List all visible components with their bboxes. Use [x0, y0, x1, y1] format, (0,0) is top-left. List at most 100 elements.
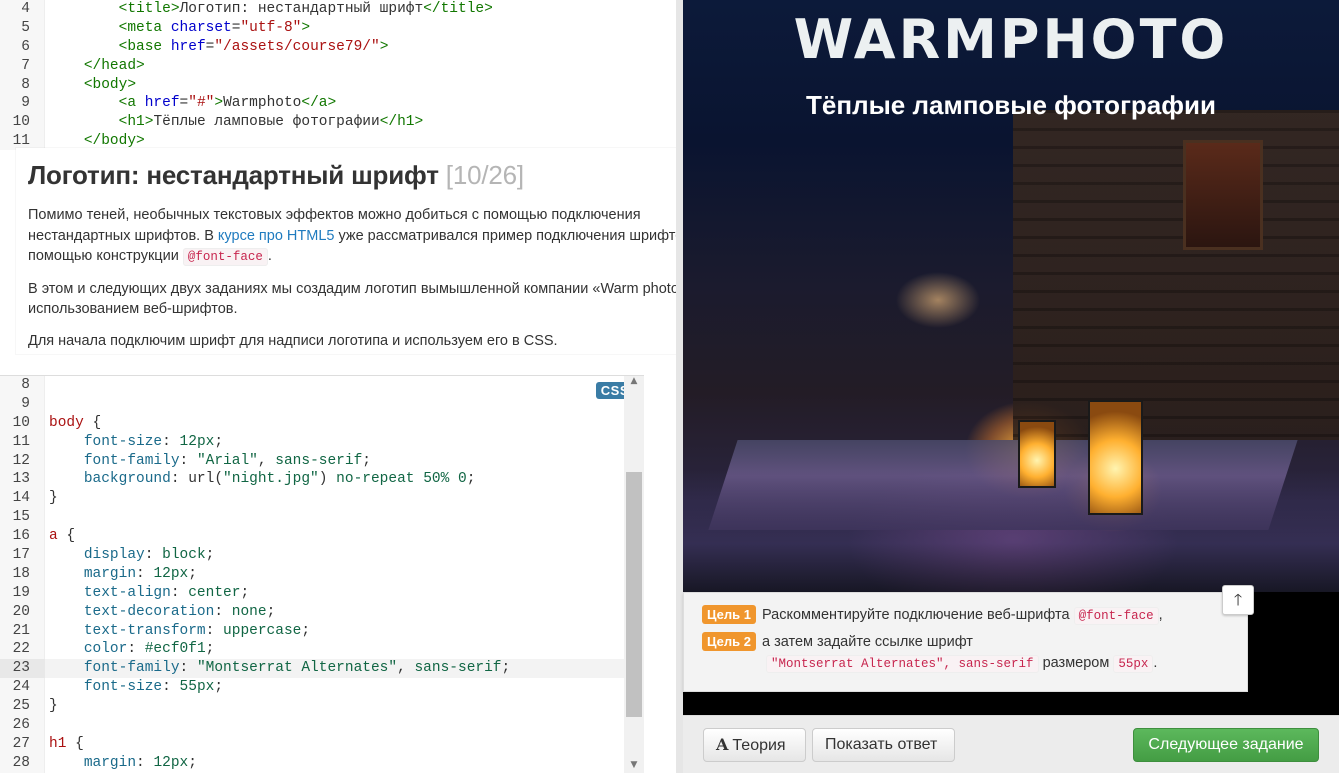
- css-editor-scroll-thumb[interactable]: [626, 472, 642, 717]
- code-text[interactable]: margin: 12px;: [49, 565, 197, 584]
- code-line[interactable]: 21 text-transform: uppercase;: [0, 622, 644, 641]
- css-editor[interactable]: 8 9 10 body {11 font-size: 12px; 12 font-fam…: [0, 375, 644, 773]
- scroll-up-arrow-icon[interactable]: ▲: [624, 376, 644, 390]
- code-line[interactable]: 27 h1 {: [0, 735, 644, 754]
- code-line[interactable]: 5 <meta charset="utf-8">: [0, 19, 644, 38]
- html5-course-link[interactable]: курсе про HTML5: [218, 228, 335, 244]
- code-text[interactable]: display: block;: [49, 546, 215, 565]
- code-text[interactable]: margin: 12px;: [49, 754, 197, 773]
- html-editor-lines[interactable]: 4 <title>Логотип: нестандартный шрифт</t…: [0, 0, 644, 150]
- code-text[interactable]: text-decoration: none;: [49, 603, 275, 622]
- line-number: 12: [12, 452, 30, 469]
- app-root: 4 <title>Логотип: нестандартный шрифт</t…: [0, 0, 1339, 773]
- preview-logo[interactable]: Warmphoto: [683, 8, 1339, 71]
- code-text[interactable]: h1 {: [49, 735, 84, 754]
- code-text[interactable]: }: [49, 697, 58, 716]
- code-line[interactable]: 9: [0, 395, 644, 414]
- code-text[interactable]: body {: [49, 414, 101, 433]
- code-text[interactable]: <a href="#">Warmphoto</a>: [49, 94, 337, 113]
- line-number: 16: [12, 528, 30, 545]
- code-text[interactable]: <h1>Тёплые ламповые фотографии</h1>: [49, 113, 424, 132]
- line-number: 5: [21, 19, 30, 36]
- css-editor-lines[interactable]: 8 9 10 body {11 font-size: 12px; 12 font-fam…: [0, 376, 644, 773]
- code-line[interactable]: 8: [0, 376, 644, 395]
- lesson-paragraph-2: В этом и следующих двух заданиях мы созд…: [28, 280, 699, 318]
- lesson-paragraph-3: Для начала подключим шрифт для надписи л…: [28, 332, 558, 349]
- code-line[interactable]: 12 font-family: "Arial", sans-serif;: [0, 452, 644, 471]
- code-line[interactable]: 24 font-size: 55px;: [0, 678, 644, 697]
- code-line[interactable]: 16 a {: [0, 527, 644, 546]
- code-text[interactable]: font-family: "Arial", sans-serif;: [49, 452, 371, 471]
- goal-1-code: @font-face: [1073, 607, 1159, 625]
- code-line[interactable]: 20 text-decoration: none;: [0, 603, 644, 622]
- code-line[interactable]: 13 background: url("night.jpg") no-repea…: [0, 470, 644, 489]
- code-text[interactable]: <title>Логотип: нестандартный шрифт</tit…: [49, 0, 493, 19]
- goal-2: Цель 2а затем задайте ссылке шрифт "Mont…: [702, 632, 1229, 675]
- goal-1: Цель 1 Раскомментируйте подключение веб-ш…: [702, 605, 1229, 627]
- bottom-toolbar: A Теория Показать ответ Следующее задание: [683, 715, 1339, 773]
- code-line[interactable]: 23 font-family: "Montserrat Alternates",…: [0, 659, 644, 679]
- book-icon: A: [716, 735, 729, 754]
- code-text[interactable]: font-family: "Montserrat Alternates", sa…: [49, 659, 510, 678]
- code-text[interactable]: <meta charset="utf-8">: [49, 19, 310, 38]
- html-editor[interactable]: 4 <title>Логотип: нестандартный шрифт</t…: [0, 0, 644, 150]
- next-task-button[interactable]: Следующее задание: [1133, 728, 1319, 762]
- line-number: 23: [0, 659, 45, 679]
- code-text[interactable]: font-size: 55px;: [49, 678, 223, 697]
- line-number: 19: [12, 584, 30, 601]
- code-line[interactable]: 8 <body>: [0, 76, 644, 95]
- code-text[interactable]: color: #ecf0f1;: [49, 640, 215, 659]
- theory-button[interactable]: A Теория: [703, 728, 806, 762]
- line-number: 11: [12, 433, 30, 450]
- code-line[interactable]: 22 color: #ecf0f1;: [0, 640, 644, 659]
- code-line[interactable]: 6 <base href="/assets/course79/">: [0, 38, 644, 57]
- code-line[interactable]: 10 <h1>Тёплые ламповые фотографии</h1>: [0, 113, 644, 132]
- preview-subtitle: Тёплые ламповые фотографии: [806, 90, 1216, 120]
- code-text[interactable]: <base href="/assets/course79/">: [49, 38, 389, 57]
- code-line[interactable]: 19 text-align: center;: [0, 584, 644, 603]
- code-line[interactable]: 25}: [0, 697, 644, 716]
- code-line[interactable]: 9 <a href="#">Warmphoto</a>: [0, 94, 644, 113]
- code-text[interactable]: }: [49, 489, 58, 508]
- code-text[interactable]: text-transform: uppercase;: [49, 622, 310, 641]
- show-answer-button[interactable]: Показать ответ: [812, 728, 955, 762]
- line-number: 13: [12, 471, 30, 488]
- code-line[interactable]: 4 <title>Логотип: нестандартный шрифт</t…: [0, 0, 644, 19]
- code-line[interactable]: 7 </head>: [0, 57, 644, 76]
- line-number: 27: [12, 735, 30, 752]
- font-face-code: @font-face: [182, 248, 268, 266]
- pane-divider[interactable]: [676, 0, 683, 773]
- goal-2-code-size: 55px: [1113, 655, 1154, 673]
- code-line[interactable]: 17 display: block;: [0, 546, 644, 565]
- line-number: 8: [21, 76, 30, 93]
- code-line[interactable]: 11 font-size: 12px;: [0, 433, 644, 452]
- code-line[interactable]: 10 body {: [0, 414, 644, 433]
- line-number: 20: [12, 603, 30, 620]
- code-line[interactable]: 18 margin: 12px;: [0, 565, 644, 584]
- collapse-goals-button[interactable]: 🡑: [1222, 585, 1254, 615]
- code-text[interactable]: text-align: center;: [49, 584, 249, 603]
- css-editor-scrollbar[interactable]: ▲ ▼: [624, 376, 644, 773]
- code-line[interactable]: 28 margin: 12px;: [0, 754, 644, 773]
- line-number: 18: [12, 565, 30, 582]
- goal-2-badge: Цель 2: [702, 632, 756, 651]
- line-number: 28: [12, 754, 30, 771]
- code-text[interactable]: <body>: [49, 76, 136, 95]
- code-text[interactable]: a {: [49, 527, 75, 546]
- line-number: 25: [12, 698, 30, 715]
- code-line[interactable]: 26: [0, 716, 644, 735]
- deck: [683, 470, 1339, 592]
- line-number: 10: [12, 414, 30, 431]
- code-text[interactable]: font-size: 12px;: [49, 433, 223, 452]
- code-line[interactable]: 15: [0, 508, 644, 527]
- code-text[interactable]: </head>: [49, 57, 145, 76]
- line-number: 10: [12, 114, 30, 131]
- line-number: 24: [12, 679, 30, 696]
- goal-1-badge: Цель 1: [702, 605, 756, 624]
- editor-pane: 4 <title>Логотип: нестандартный шрифт</t…: [0, 0, 731, 773]
- code-line[interactable]: 14}: [0, 489, 644, 508]
- line-number: 22: [12, 641, 30, 658]
- cabin-window: [1183, 140, 1263, 250]
- code-text[interactable]: background: url("night.jpg") no-repeat 5…: [49, 470, 476, 489]
- scroll-down-arrow-icon[interactable]: ▼: [624, 760, 644, 773]
